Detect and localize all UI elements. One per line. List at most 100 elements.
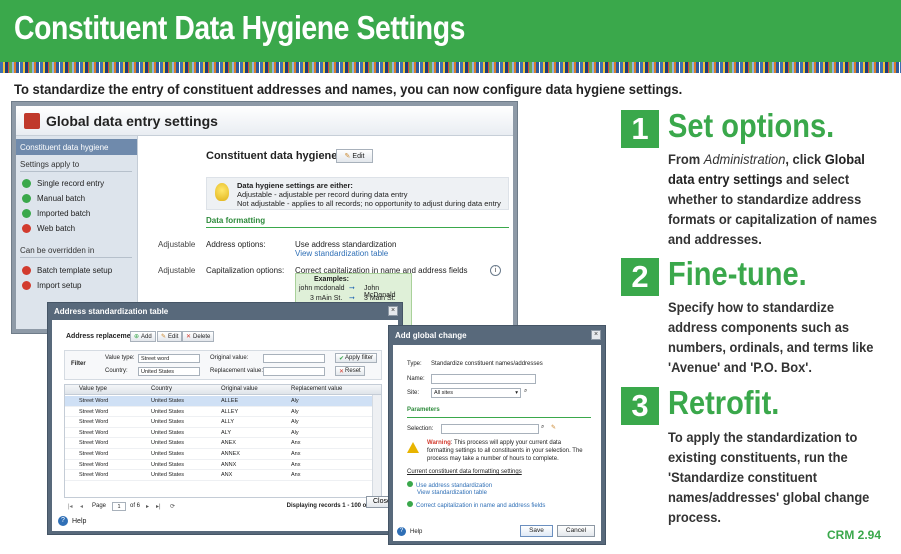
- table-cell: ANNEX: [221, 451, 240, 457]
- cancel-button[interactable]: Cancel: [557, 525, 595, 537]
- prev-page-icon[interactable]: ◂: [80, 503, 83, 510]
- original-value-input[interactable]: [263, 354, 325, 363]
- original-value-label: Original value:: [210, 355, 249, 361]
- table-cell: Street Word: [79, 461, 109, 468]
- check-icon: [407, 481, 413, 487]
- table-cell: ALLEY: [221, 408, 239, 415]
- value-type-select[interactable]: Street word: [138, 354, 200, 363]
- current-settings-heading: Current constituent data formatting sett…: [407, 469, 522, 475]
- table-row[interactable]: Street Word United States ANNEX Anx: [65, 449, 373, 460]
- section-title: Constituent data hygiene: [206, 150, 338, 162]
- table-row[interactable]: Street Word United States ANX Anx: [65, 470, 373, 481]
- version-label: CRM 2.94: [827, 528, 882, 542]
- close-icon[interactable]: ×: [591, 330, 601, 340]
- next-page-icon[interactable]: ▸: [146, 503, 149, 510]
- page-title: Constituent Data Hygiene Settings: [14, 9, 465, 46]
- view-standardization-link[interactable]: View standardization table: [417, 490, 487, 496]
- page-input[interactable]: 1: [112, 502, 126, 511]
- table-cell: ALY: [221, 429, 231, 436]
- vertical-scrollbar[interactable]: [372, 395, 381, 497]
- data-formatting-heading: Data formatting: [206, 216, 266, 225]
- edit-button[interactable]: ✎ Edit: [157, 331, 183, 342]
- table-row[interactable]: Street Word United States ANEX Anx: [65, 438, 373, 449]
- table-row[interactable]: Street Word United States ALLEE Aly: [65, 396, 373, 407]
- last-page-icon[interactable]: ▸|: [156, 503, 161, 510]
- help-link[interactable]: ? Help: [58, 516, 86, 526]
- current-setting-item: Correct capitalization in name and addre…: [407, 501, 545, 509]
- table-cell: Street Word: [79, 398, 109, 404]
- pencil-icon: ✎: [161, 334, 167, 340]
- step-text: Specify how to standardize address compo…: [668, 299, 874, 375]
- table-row[interactable]: Street Word United States ALLY Aly: [65, 417, 373, 428]
- apply-filter-button[interactable]: ✔ Apply filter: [335, 353, 378, 363]
- check-icon: [22, 178, 31, 188]
- info-icon[interactable]: i: [490, 265, 501, 276]
- site-select[interactable]: All sites ▾: [431, 388, 521, 398]
- table-cell: Street Word: [79, 429, 109, 436]
- refresh-icon[interactable]: ⟳: [170, 503, 175, 510]
- search-icon[interactable]: ⌕: [524, 388, 527, 395]
- selection-input[interactable]: [441, 424, 539, 434]
- table-cell: Aly: [291, 429, 299, 436]
- global-settings-window: Global data entry settings Constituent d…: [11, 101, 518, 334]
- apply-item: Imported batch: [22, 207, 90, 219]
- table-cell: Anx: [291, 440, 301, 447]
- reset-button[interactable]: ✕ Reset: [335, 366, 365, 376]
- step-title: Set options.: [668, 107, 835, 144]
- settings-sidebar: Constituent data hygiene Settings apply …: [16, 136, 138, 329]
- table-cell: Anx: [291, 472, 301, 479]
- divider: [206, 227, 509, 228]
- pencil-icon[interactable]: ✎: [551, 424, 556, 431]
- help-link[interactable]: ? Help: [397, 527, 422, 536]
- divider: [407, 417, 591, 418]
- replacement-value-input[interactable]: [263, 367, 325, 376]
- table-cell: United States: [151, 461, 185, 468]
- close-icon[interactable]: ×: [388, 306, 398, 316]
- table-cell: Aly: [291, 419, 299, 426]
- divider: [20, 257, 132, 258]
- warning-text: Warning: This process will apply your cu…: [427, 440, 583, 462]
- name-input[interactable]: [431, 374, 536, 384]
- column-header[interactable]: Value type: [79, 386, 107, 392]
- first-page-icon[interactable]: |◂: [68, 503, 73, 510]
- apply-item: Manual batch: [22, 192, 85, 204]
- view-standardization-link[interactable]: View standardization table: [295, 249, 388, 258]
- column-header[interactable]: Country: [151, 386, 172, 392]
- column-header[interactable]: Original value: [221, 386, 258, 392]
- site-label: Site:: [407, 390, 420, 396]
- table-cell: Street Word: [79, 451, 109, 457]
- table-row[interactable]: Street Word United States ANNX Anx: [65, 460, 373, 471]
- add-button[interactable]: ⊕ Add: [130, 331, 156, 342]
- save-button[interactable]: Save: [520, 525, 553, 537]
- column-header[interactable]: Replacement value: [291, 386, 342, 392]
- delete-button[interactable]: ✕ Delete: [182, 331, 215, 342]
- add-icon: ⊕: [134, 334, 140, 340]
- table-cell: Anx: [291, 451, 301, 457]
- check-icon: [407, 501, 413, 507]
- table-cell: ALLEE: [221, 398, 239, 404]
- table-cell: ALLY: [221, 419, 235, 426]
- table-row[interactable]: Street Word United States ALY Aly: [65, 428, 373, 439]
- table-cell: ANX: [221, 472, 233, 479]
- apply-label: Settings apply to: [20, 160, 80, 169]
- table-row[interactable]: Street Word United States ALLEY Aly: [65, 407, 373, 418]
- settings-main: Constituent data hygiene ✎ Edit Data hygi…: [139, 136, 513, 329]
- no-icon: [22, 280, 31, 290]
- search-icon[interactable]: ⌕: [541, 424, 544, 431]
- check-icon: [22, 208, 31, 218]
- parameters-heading: Parameters: [407, 407, 440, 413]
- country-select[interactable]: United States: [138, 367, 200, 376]
- apply-item: Web batch: [22, 222, 75, 234]
- grid-header: Value type Country Original value Replac…: [65, 385, 381, 395]
- edit-button[interactable]: ✎ Edit: [336, 149, 373, 163]
- filter-panel: Filter Value type: Street word Country: …: [64, 350, 382, 380]
- help-icon: ?: [58, 516, 68, 526]
- table-cell: United States: [151, 408, 185, 415]
- info-box: Data hygiene settings are either: Adjust…: [206, 177, 509, 210]
- apply-item: Single record entry: [22, 177, 104, 189]
- table-cell: Street Word: [79, 408, 109, 415]
- sidebar-header[interactable]: Constituent data hygiene: [16, 139, 137, 155]
- table-cell: Street Word: [79, 472, 109, 479]
- window-title: Add global change: [395, 331, 467, 340]
- warning-icon: [407, 442, 419, 453]
